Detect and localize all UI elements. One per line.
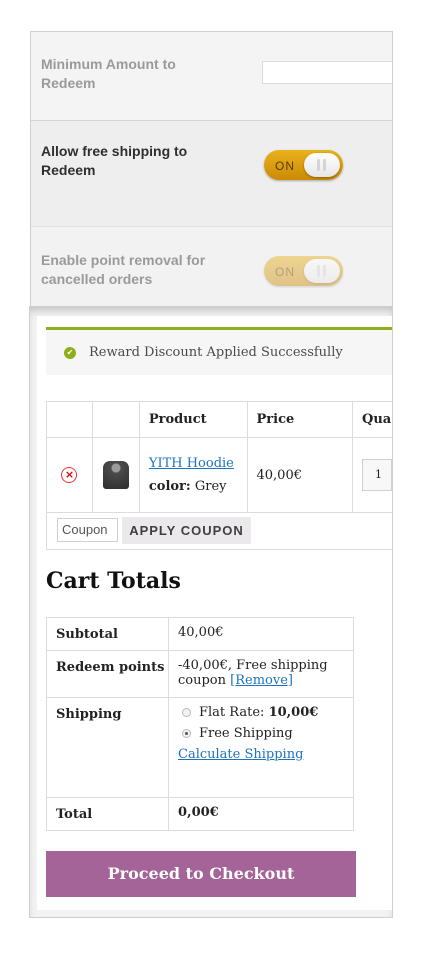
product-variation: color: Grey [149, 479, 227, 494]
min-amount-input[interactable] [262, 61, 392, 84]
header-thumbnail [91, 401, 140, 438]
hoodie-thumbnail[interactable] [102, 461, 129, 489]
toggle-on-text: ON [275, 159, 295, 173]
subtotal-value: 40,00€ [168, 617, 354, 651]
apply-coupon-button[interactable]: APPLY COUPON [122, 517, 251, 544]
item-price: 40,00€ [246, 437, 354, 513]
free-shipping-label: Free Shipping [199, 726, 293, 741]
product-link[interactable]: YITH Hoodie [149, 456, 238, 471]
check-icon: ✔ [64, 347, 76, 359]
free-shipping-option[interactable]: Free Shipping [178, 726, 353, 741]
calculate-shipping-link[interactable]: Calculate Shipping [178, 747, 353, 762]
flat-rate-price: 10,00€ [268, 705, 319, 720]
toggle-knob [304, 153, 340, 177]
subtotal-label: Subtotal [46, 617, 169, 651]
min-amount-label: Minimum Amount to Redeem [41, 56, 176, 91]
cart-page: ✔ Reward Discount Applied Successfully P… [37, 316, 392, 910]
header-product: Product [138, 401, 248, 438]
variation-value: Grey [194, 479, 227, 494]
variation-label: color: [148, 479, 191, 494]
flat-rate-radio[interactable] [182, 708, 191, 717]
cart-item-row: × YITH Hoodie color: Grey 40,00€ 1 [46, 437, 392, 513]
point-removal-row: Enable point removal for cancelled order… [31, 227, 392, 307]
coupon-input[interactable]: Coupon [57, 518, 118, 542]
toggle-knob [304, 259, 340, 283]
cart-totals-title: Cart Totals [46, 568, 181, 594]
cart-totals-table: Subtotal 40,00€ Redeem points -40,00€, F… [46, 617, 354, 831]
total-value: 0,00€ [168, 797, 354, 831]
shipping-row: Shipping Flat Rate: 10,00€ Free Shipping… [46, 697, 354, 798]
flat-rate-option[interactable]: Flat Rate: 10,00€ [178, 705, 353, 720]
remove-coupon-link[interactable]: [Remove] [230, 673, 293, 688]
header-quantity: Qua [352, 401, 392, 438]
success-notice: ✔ Reward Discount Applied Successfully [46, 327, 392, 375]
cart-frame: ✔ Reward Discount Applied Successfully P… [29, 306, 393, 918]
shipping-label: Shipping [46, 697, 169, 798]
total-row: Total 0,00€ [46, 797, 354, 831]
settings-panel: Minimum Amount to Redeem Allow free ship… [30, 31, 393, 307]
cart-table: Product Price Qua × YITH Hoodie color: G… [46, 401, 392, 513]
notice-text: Reward Discount Applied Successfully [89, 345, 343, 360]
point-removal-toggle[interactable]: ON [264, 256, 343, 286]
remove-item-icon[interactable]: × [61, 467, 78, 483]
redeem-row: Redeem points -40,00€, Free shipping cou… [46, 650, 354, 698]
proceed-to-checkout-button[interactable]: Proceed to Checkout [46, 851, 356, 897]
flat-rate-label: Flat Rate: [199, 705, 265, 720]
header-price: Price [246, 401, 354, 438]
free-shipping-toggle[interactable]: ON [264, 150, 343, 180]
quantity-input[interactable]: 1 [362, 459, 392, 491]
free-shipping-radio[interactable] [182, 729, 191, 738]
min-amount-row: Minimum Amount to Redeem [31, 32, 392, 121]
header-remove [46, 401, 93, 438]
total-label: Total [46, 797, 169, 831]
redeem-label: Redeem points [46, 650, 169, 698]
point-removal-label: Enable point removal for cancelled order… [41, 252, 206, 287]
free-shipping-label: Allow free shipping to Redeem [41, 143, 188, 178]
subtotal-row: Subtotal 40,00€ [46, 617, 354, 651]
free-shipping-row: Allow free shipping to Redeem ON [31, 121, 392, 227]
cart-actions: Coupon APPLY COUPON [46, 512, 392, 550]
toggle-on-text: ON [275, 265, 295, 279]
